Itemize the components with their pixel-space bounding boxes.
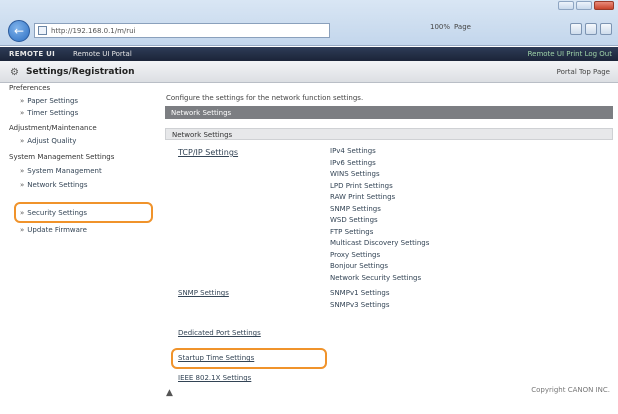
snmp-link[interactable]: SNMPv1 Settings bbox=[330, 288, 389, 300]
snmp-link[interactable]: SNMPv3 Settings bbox=[330, 300, 389, 312]
arrow-left-icon: ← bbox=[13, 24, 25, 38]
tcpip-link[interactable]: Network Security Settings bbox=[330, 273, 429, 285]
tcpip-link[interactable]: WINS Settings bbox=[330, 169, 429, 181]
tcpip-link[interactable]: Bonjour Settings bbox=[330, 261, 429, 273]
sidebar: Preferences Paper Settings Timer Setting… bbox=[0, 84, 158, 414]
tcpip-link-list: IPv4 Settings IPv6 Settings WINS Setting… bbox=[330, 146, 429, 284]
tcpip-link[interactable]: Proxy Settings bbox=[330, 250, 429, 262]
highlight-frame bbox=[171, 348, 327, 369]
page-top-icon[interactable]: ▲ bbox=[166, 388, 173, 398]
tcpip-link[interactable]: IPv6 Settings bbox=[330, 158, 429, 170]
sidebar-item-network[interactable]: Network Settings bbox=[20, 181, 87, 189]
toolbar-icons bbox=[570, 23, 612, 35]
ieee8021x-link[interactable]: IEEE 802.1X Settings bbox=[178, 374, 251, 382]
back-button[interactable]: ← bbox=[8, 20, 30, 42]
sidebar-item-adjust[interactable]: Adjust Quality bbox=[20, 137, 76, 145]
close-button[interactable] bbox=[594, 1, 614, 10]
star-icon[interactable] bbox=[585, 23, 597, 35]
portal-top-link[interactable]: Portal Top Page bbox=[557, 68, 610, 76]
app-header: REMOTE UI Remote UI Portal Remote UI Pri… bbox=[0, 47, 618, 61]
minimize-button[interactable] bbox=[558, 1, 574, 10]
address-text: http://192.168.0.1/m/rui bbox=[51, 26, 136, 35]
sidebar-group-preferences: Preferences bbox=[9, 84, 51, 92]
intro-text: Configure the settings for the network f… bbox=[166, 94, 364, 102]
browser-chrome: ← http://192.168.0.1/m/rui 100% Page bbox=[0, 0, 618, 46]
address-bar[interactable]: http://192.168.0.1/m/rui bbox=[34, 23, 330, 38]
snmp-link-list: SNMPv1 Settings SNMPv3 Settings bbox=[330, 288, 389, 311]
page-icon bbox=[38, 26, 47, 35]
page-title: Settings/Registration bbox=[26, 67, 135, 77]
snmp-settings-link[interactable]: SNMP Settings bbox=[178, 289, 229, 297]
logo: REMOTE UI bbox=[9, 50, 56, 58]
tcpip-link[interactable]: Multicast Discovery Settings bbox=[330, 238, 429, 250]
header-links[interactable]: Remote UI Print Log Out bbox=[528, 50, 612, 58]
tcpip-link[interactable]: IPv4 Settings bbox=[330, 146, 429, 158]
page-menu[interactable]: Page bbox=[454, 23, 471, 31]
gear-icon[interactable] bbox=[600, 23, 612, 35]
sidebar-item-paper[interactable]: Paper Settings bbox=[20, 97, 78, 105]
home-icon[interactable] bbox=[570, 23, 582, 35]
sidebar-item-firmware[interactable]: Update Firmware bbox=[20, 226, 87, 234]
window-controls bbox=[558, 1, 614, 10]
sidebar-item-system[interactable]: System Management bbox=[20, 167, 101, 175]
dedicated-port-link[interactable]: Dedicated Port Settings bbox=[178, 329, 261, 337]
title-strip: ⚙ Settings/Registration Portal Top Page bbox=[0, 61, 618, 83]
tcpip-link[interactable]: LPD Print Settings bbox=[330, 181, 429, 193]
settings-icon: ⚙ bbox=[10, 67, 19, 78]
tcpip-link[interactable]: FTP Settings bbox=[330, 227, 429, 239]
tcpip-settings-link[interactable]: TCP/IP Settings bbox=[178, 148, 238, 157]
address-controls: 100% Page bbox=[430, 23, 471, 31]
tcpip-link[interactable]: RAW Print Settings bbox=[330, 192, 429, 204]
active-sidebar-highlight bbox=[14, 202, 153, 223]
sidebar-group-system: System Management Settings bbox=[9, 153, 115, 161]
sidebar-group-adjustment: Adjustment/Maintenance bbox=[9, 124, 97, 132]
subsection-header: Network Settings bbox=[165, 128, 613, 140]
section-header: Network Settings bbox=[165, 106, 613, 119]
sidebar-item-timer[interactable]: Timer Settings bbox=[20, 109, 78, 117]
tcpip-link[interactable]: WSD Settings bbox=[330, 215, 429, 227]
tcpip-link[interactable]: SNMP Settings bbox=[330, 204, 429, 216]
device-name: Remote UI Portal bbox=[73, 50, 132, 58]
copyright: Copyright CANON INC. bbox=[531, 386, 610, 394]
zoom-label[interactable]: 100% bbox=[430, 23, 450, 31]
main-content: Configure the settings for the network f… bbox=[160, 84, 618, 414]
maximize-button[interactable] bbox=[576, 1, 592, 10]
